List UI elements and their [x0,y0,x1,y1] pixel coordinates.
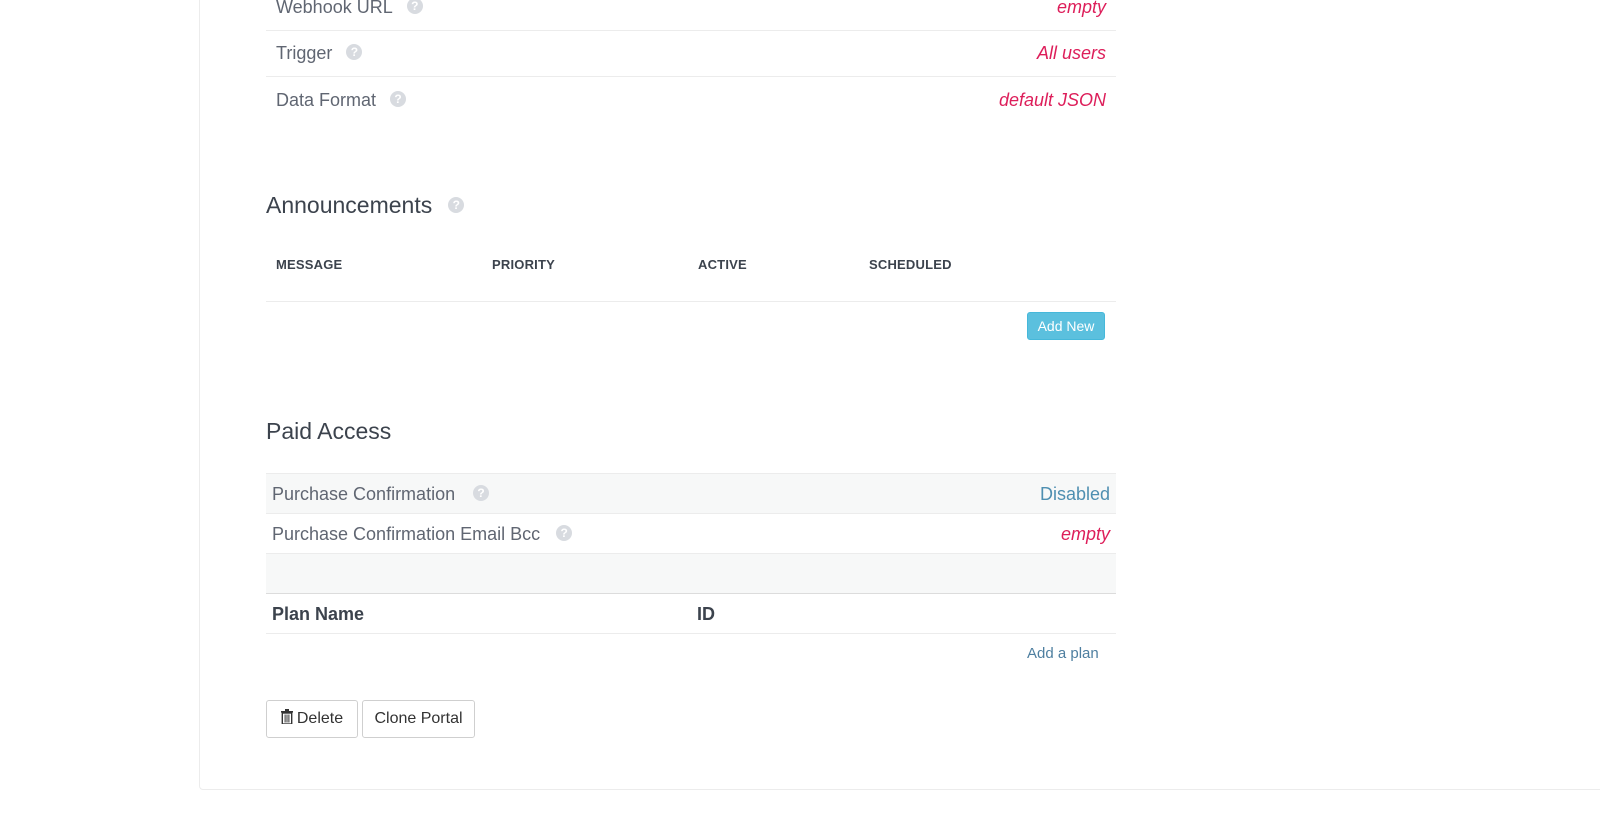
column-header-priority[interactable]: PRIORITY [492,257,555,272]
column-header-message[interactable]: MESSAGE [276,257,342,272]
property-value[interactable]: default JSON [999,90,1106,111]
purchase-confirmation-bcc-value[interactable]: empty [1061,524,1110,545]
purchase-confirmation-bcc-row: Purchase Confirmation Email Bcc? empty [266,514,1116,554]
delete-button[interactable]: Delete [266,700,358,738]
property-value[interactable]: empty [1057,0,1106,18]
purchase-confirmation-value[interactable]: Disabled [1040,484,1110,505]
clone-portal-button[interactable]: Clone Portal [362,700,475,738]
help-icon[interactable]: ? [473,485,490,502]
property-label: Data Format? [276,90,407,111]
property-label: Purchase Confirmation? [272,484,490,505]
column-header-scheduled[interactable]: SCHEDULED [869,257,952,272]
column-header-active[interactable]: ACTIVE [698,257,747,272]
property-row-trigger: Trigger? All users [266,31,1116,77]
add-new-announcement-button[interactable]: Add New [1027,312,1105,340]
table-divider [266,301,1116,302]
property-label: Webhook URL? [276,0,423,18]
table-divider [266,633,1116,634]
help-icon[interactable]: ? [556,525,573,542]
help-icon[interactable]: ? [346,44,363,61]
property-value[interactable]: All users [1037,43,1106,64]
help-icon[interactable]: ? [448,196,465,213]
help-icon[interactable]: ? [390,91,407,108]
announcements-title: Announcements? [266,192,465,219]
delete-button-label: Delete [296,710,344,727]
add-plan-link[interactable]: Add a plan [1027,645,1099,662]
column-header-plan-name: Plan Name [272,604,365,624]
property-row-data-format: Data Format? default JSON [266,78,1116,124]
property-row-webhook-url: Webhook URL? empty [266,0,1116,31]
column-header-id: ID [697,604,715,624]
spacer-row [266,554,1116,594]
help-icon[interactable]: ? [406,0,423,15]
paid-access-title: Paid Access [266,418,392,444]
property-label: Trigger? [276,43,363,64]
trash-icon [280,709,293,725]
purchase-confirmation-row: Purchase Confirmation? Disabled [266,474,1116,514]
property-label: Purchase Confirmation Email Bcc? [272,524,573,545]
